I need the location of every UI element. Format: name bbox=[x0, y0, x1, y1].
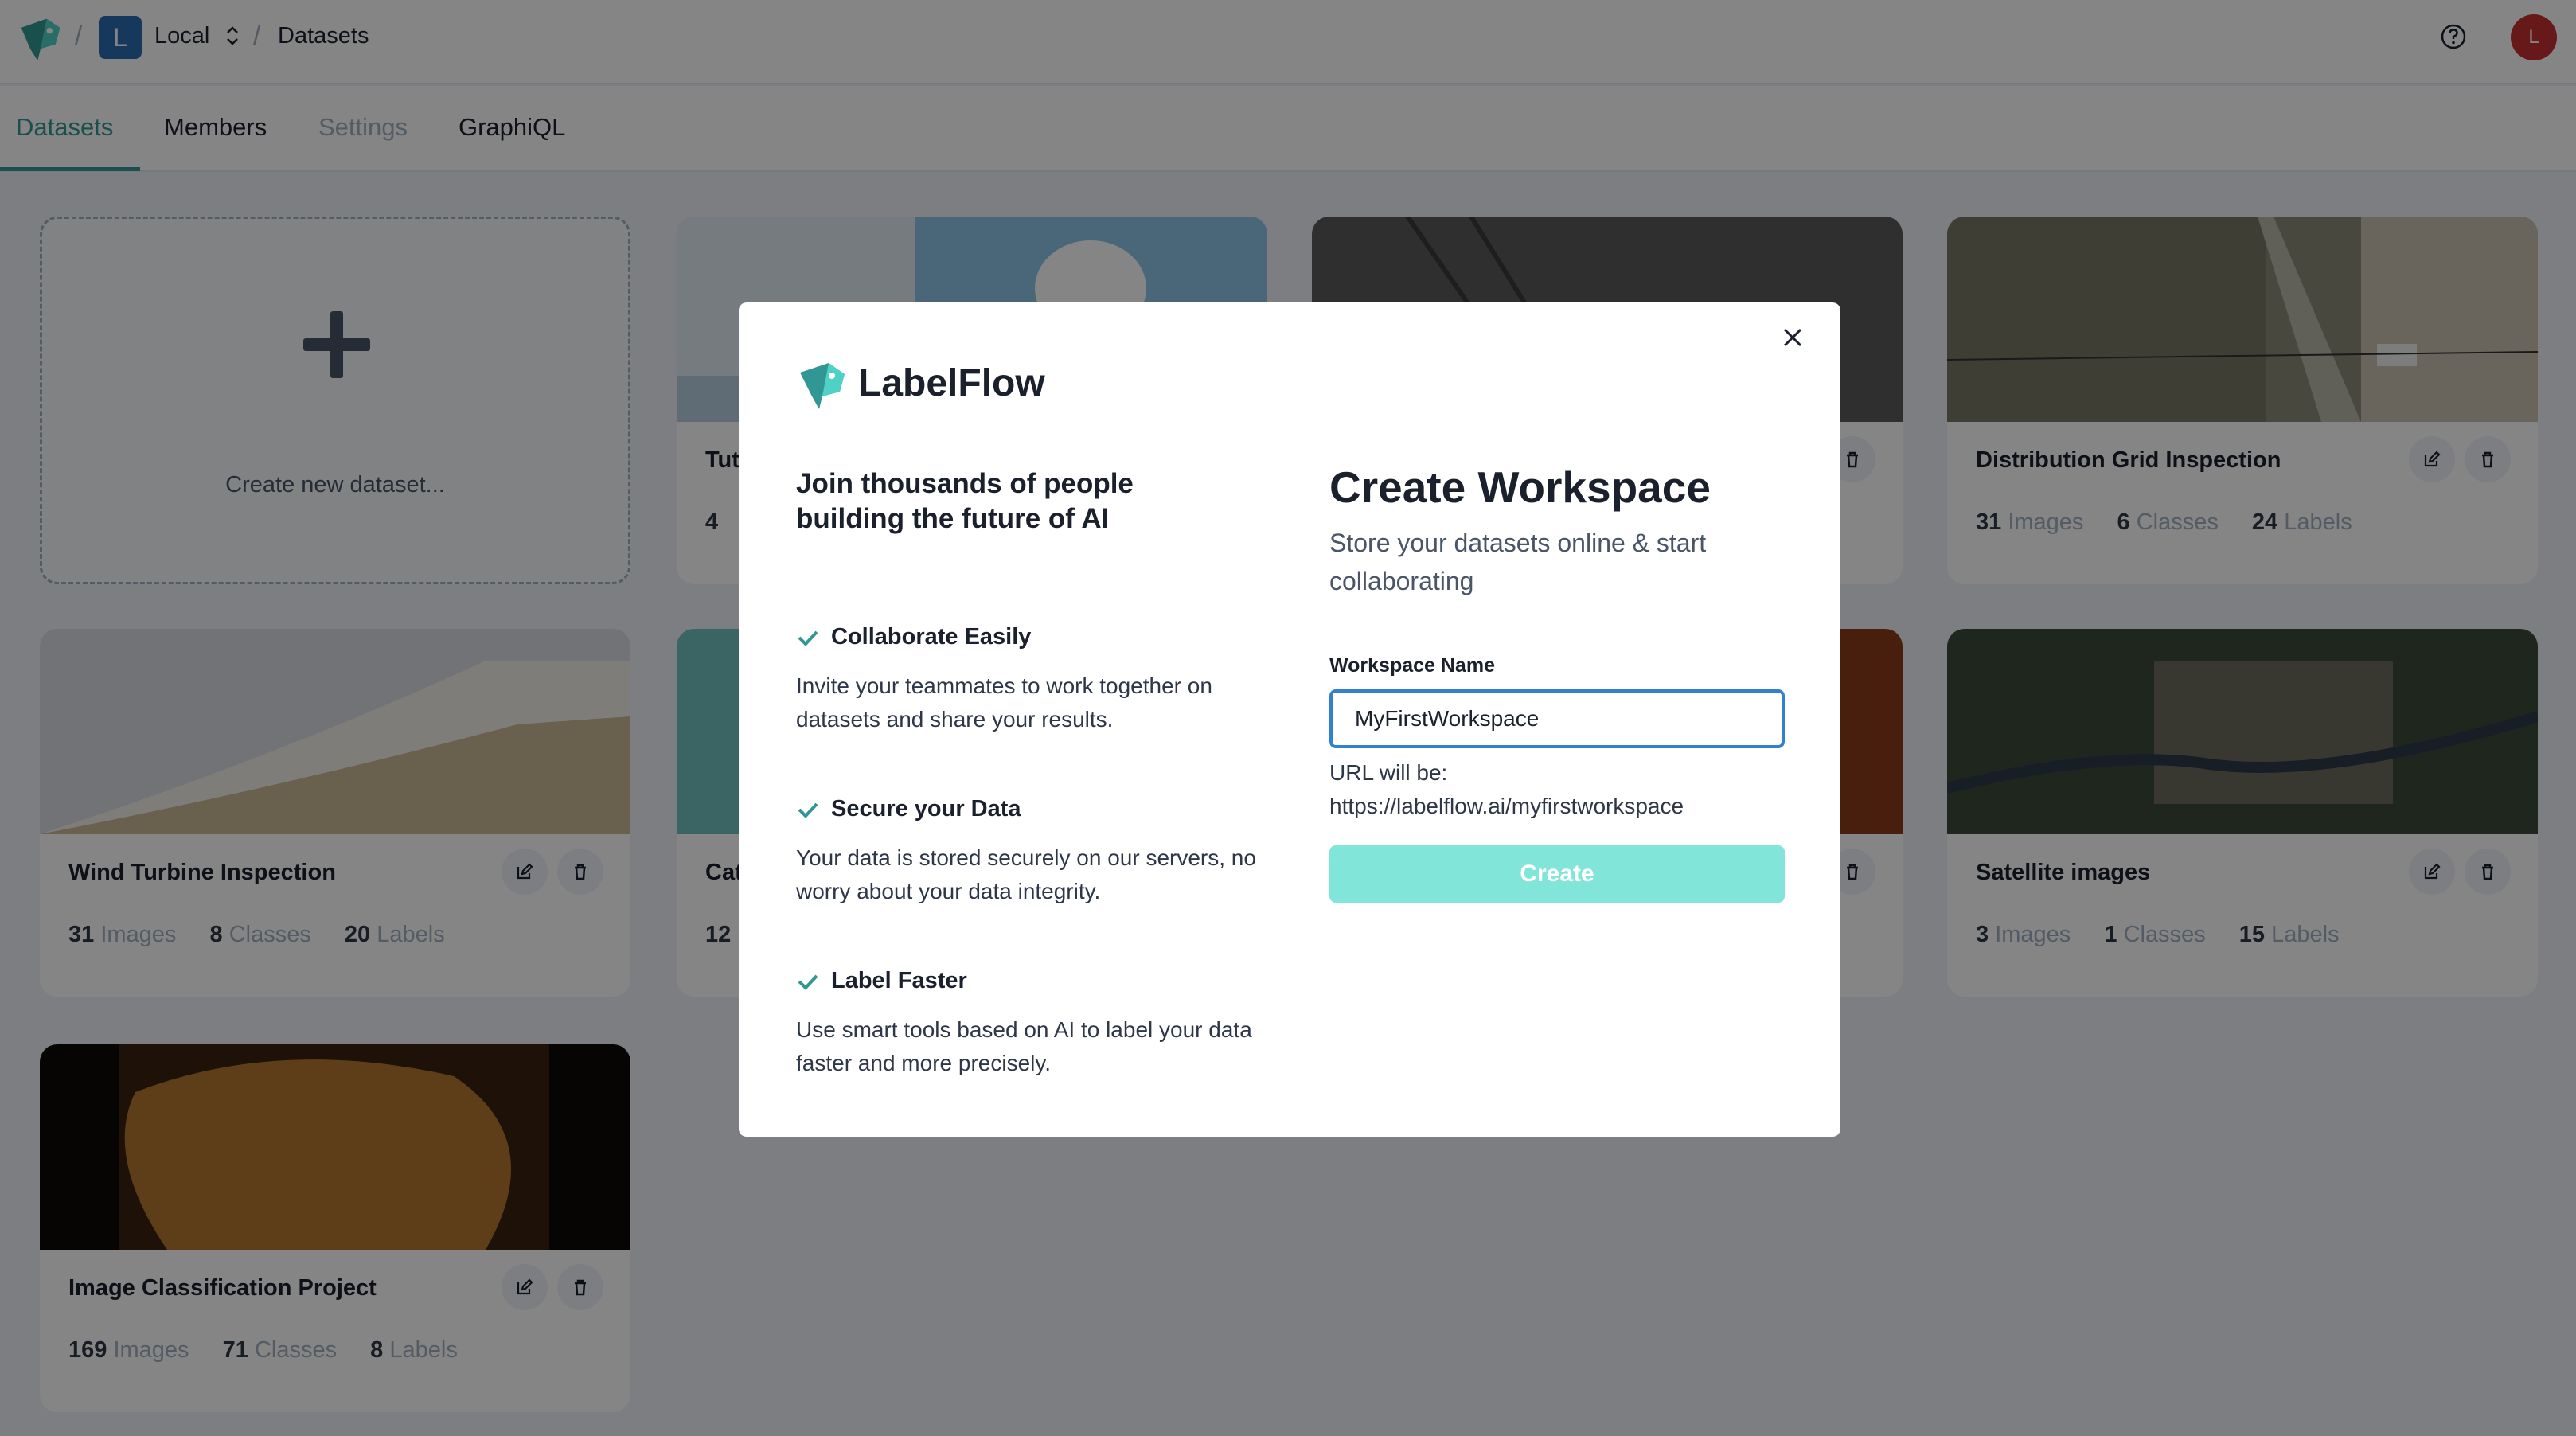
workspace-name-label: Workspace Name bbox=[1329, 654, 1495, 677]
check-icon bbox=[798, 802, 818, 818]
create-workspace-form: Create Workspace Store your datasets onl… bbox=[1329, 462, 1785, 600]
workspace-name-input[interactable] bbox=[1329, 689, 1785, 748]
create-button[interactable]: Create bbox=[1329, 845, 1785, 903]
modal-tagline: Join thousands of people building the fu… bbox=[796, 468, 1134, 534]
check-icon bbox=[798, 974, 818, 990]
url-value: https://labelflow.ai/myfirstworkspace bbox=[1329, 794, 1684, 818]
feature-title: Secure your Data bbox=[831, 796, 1021, 821]
feature-collaborate: Collaborate Easily Invite your teammates… bbox=[796, 624, 1274, 736]
feature-description: Your data is stored securely on our serv… bbox=[796, 845, 1256, 903]
modal-title: Create Workspace bbox=[1329, 462, 1711, 512]
url-prefix: URL will be: bbox=[1329, 760, 1448, 785]
feature-label-faster: Label Faster Use smart tools based on AI… bbox=[796, 968, 1274, 1080]
feature-description: Invite your teammates to work together o… bbox=[796, 673, 1212, 732]
feature-secure: Secure your Data Your data is stored sec… bbox=[796, 796, 1274, 908]
create-workspace-modal: LabelFlow Join thousands of people build… bbox=[739, 302, 1840, 1137]
feature-title: Collaborate Easily bbox=[831, 624, 1032, 650]
url-preview: URL will be: https://labelflow.ai/myfirs… bbox=[1329, 756, 1807, 823]
check-icon bbox=[798, 630, 818, 646]
modal-subtitle: Store your datasets online & start colla… bbox=[1329, 529, 1707, 595]
close-icon[interactable] bbox=[1778, 323, 1807, 352]
labelflow-logo-icon bbox=[800, 363, 845, 409]
brand-name: LabelFlow bbox=[858, 362, 1045, 404]
feature-title: Label Faster bbox=[831, 968, 967, 993]
feature-description: Use smart tools based on AI to label you… bbox=[796, 1017, 1252, 1075]
